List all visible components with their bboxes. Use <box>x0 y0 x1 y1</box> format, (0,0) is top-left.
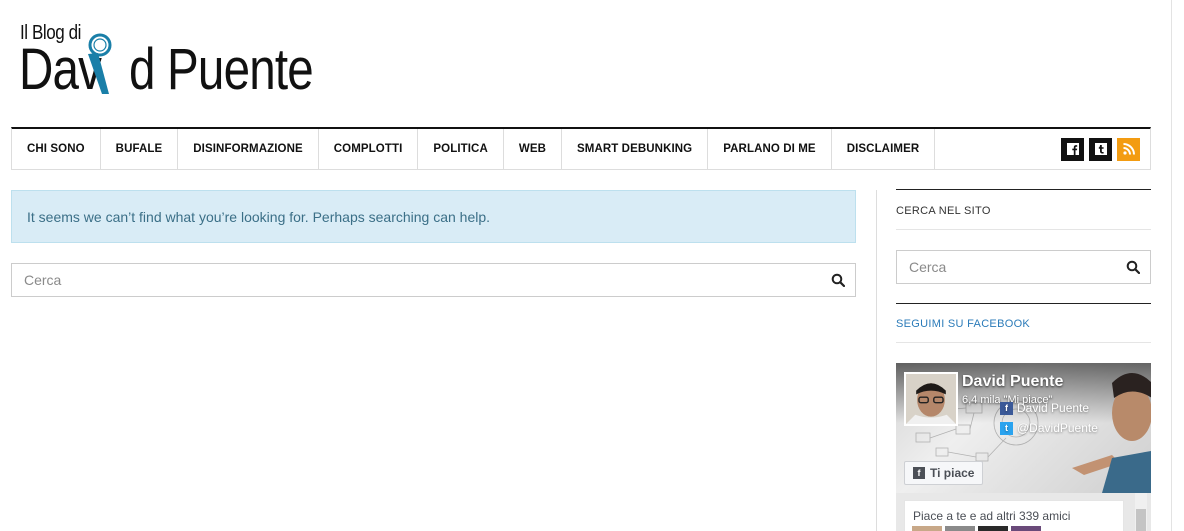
main-search-button[interactable] <box>821 264 855 296</box>
friend-avatar[interactable] <box>945 526 975 531</box>
nav-item-parlano-di-me[interactable]: PARLANO DI ME <box>708 129 832 169</box>
fb-like-label: Ti piace <box>930 466 975 480</box>
facebook-icon[interactable] <box>1061 137 1084 161</box>
logo-text-right: d Puente <box>129 37 314 102</box>
twitter-icon: t <box>1000 421 1013 435</box>
sidebar-search-input[interactable] <box>897 251 1116 283</box>
sidebar-search-form <box>896 250 1151 284</box>
facebook-icon: f <box>913 467 925 479</box>
tumblr-icon[interactable] <box>1089 137 1112 161</box>
magnifier-logo-icon <box>88 33 112 94</box>
sidebar: CERCA NEL SITO SEGUIMI SU FACEBOOK <box>896 189 1151 531</box>
nav-item-politica[interactable]: POLITICA <box>418 129 504 169</box>
nav-item-web[interactable]: WEB <box>504 129 562 169</box>
not-found-alert: It seems we can’t find what you’re looki… <box>11 190 856 243</box>
nav-item-complotti[interactable]: COMPLOTTI <box>319 129 419 169</box>
fb-handle-text: David Puente <box>1017 401 1090 415</box>
fb-friends-text: Piace a te e ad altri 339 amici <box>913 509 1071 523</box>
search-icon <box>1126 260 1140 274</box>
main-nav: CHI SONO BUFALE DISINFORMAZIONE COMPLOTT… <box>11 127 1151 170</box>
main-search-form <box>11 263 856 297</box>
friend-avatar[interactable] <box>912 526 942 531</box>
fb-page-avatar[interactable] <box>904 372 958 426</box>
nav-item-chi-sono[interactable]: CHI SONO <box>12 129 101 169</box>
content-sidebar-divider <box>876 190 877 531</box>
fb-handle-row: f David Puente <box>1000 401 1089 415</box>
nav-item-smart-debunking[interactable]: SMART DEBUNKING <box>562 129 709 169</box>
social-links <box>1061 129 1150 169</box>
friend-avatar[interactable] <box>1011 526 1041 531</box>
search-icon <box>831 273 845 287</box>
logo-big-text: Dav d Puente <box>19 37 314 102</box>
site-logo[interactable]: Il Blog di Dav d Puente <box>19 22 319 102</box>
scrollbar-thumb[interactable] <box>1136 509 1146 531</box>
twitter-handle-text: @DavidPuente <box>1017 421 1098 435</box>
fb-page-name[interactable]: David Puente <box>962 373 1063 391</box>
sidebar-search-title: CERCA NEL SITO <box>896 189 1151 230</box>
friend-avatar[interactable] <box>978 526 1008 531</box>
fb-widget-scrollbar[interactable] <box>1135 493 1147 531</box>
main-search-input[interactable] <box>12 264 821 296</box>
sidebar-search-button[interactable] <box>1116 251 1150 283</box>
page-edge <box>1171 0 1172 531</box>
alert-text: It seems we can’t find what you’re looki… <box>27 208 491 225</box>
fb-friend-thumbnails <box>912 526 1041 531</box>
nav-item-disclaimer[interactable]: DISCLAIMER <box>832 129 936 169</box>
nav-item-disinformazione[interactable]: DISINFORMAZIONE <box>178 129 319 169</box>
facebook-page-widget: David Puente 6,4 mila "Mi piace" f David… <box>896 363 1151 531</box>
fb-like-button[interactable]: f Ti piace <box>904 461 984 485</box>
sidebar-facebook-title[interactable]: SEGUIMI SU FACEBOOK <box>896 303 1151 343</box>
nav-item-bufale[interactable]: BUFALE <box>101 129 179 169</box>
rss-icon[interactable] <box>1117 137 1140 161</box>
twitter-handle-row: t @DavidPuente <box>1000 421 1098 435</box>
facebook-icon: f <box>1000 401 1013 415</box>
